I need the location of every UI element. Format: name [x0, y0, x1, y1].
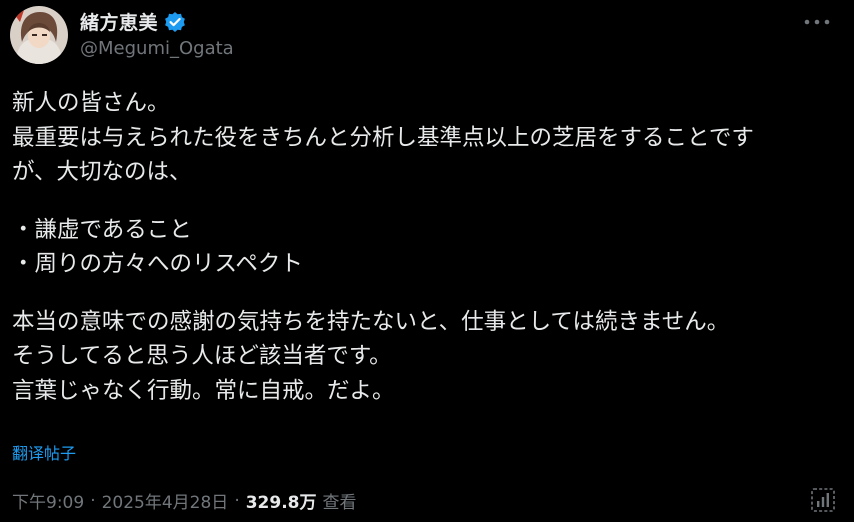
post-line: が、大切なのは、	[12, 159, 192, 185]
post-body: 新人の皆さん。 最重要は与えられた役をきちんと分析し基準点以上の芝居をすることで…	[12, 86, 842, 408]
post-line: 新人の皆さん。	[12, 90, 170, 116]
translate-post-link[interactable]: 翻译帖子	[12, 440, 76, 464]
post-line: 最重要は与えられた役をきちんと分析し基準点以上の芝居をすることです	[12, 124, 754, 151]
more-options-icon[interactable]	[802, 12, 832, 32]
avatar-image	[10, 6, 68, 64]
views-count: 329.8万	[245, 493, 317, 513]
post-line: ・周りの方々へのリスペクト	[12, 251, 303, 277]
post-line-break	[12, 282, 842, 305]
post-meta: 下午9:09 · 2025年4月28日 · 329.8万 查看	[12, 488, 357, 514]
name-row: 緒方恵美	[80, 8, 186, 35]
post-line: そうしてると思う人ほど該当者です。	[12, 343, 392, 369]
meta-separator: ·	[90, 490, 96, 511]
view-analytics-icon[interactable]	[810, 487, 836, 513]
avatar[interactable]	[10, 6, 68, 64]
post-time[interactable]: 下午9:09	[12, 488, 84, 513]
views-label: 查看	[322, 493, 357, 513]
post-header: 緒方恵美 @Megumi_Ogata	[0, 0, 854, 70]
post-line: 本当の意味での感謝の気持ちを持たないと、仕事としては続きません。	[12, 308, 730, 335]
meta-separator: ·	[234, 490, 240, 511]
post-date[interactable]: 2025年4月28日	[102, 488, 229, 513]
post-line: 言葉じゃなく行動。常に自戒。だよ。	[12, 377, 395, 404]
verified-badge-icon	[164, 11, 186, 33]
user-handle[interactable]: @Megumi_Ogata	[80, 38, 234, 59]
display-name[interactable]: 緒方恵美	[80, 8, 158, 35]
post-line: ・謙虚であること	[12, 216, 192, 243]
post-line-break	[12, 190, 842, 213]
